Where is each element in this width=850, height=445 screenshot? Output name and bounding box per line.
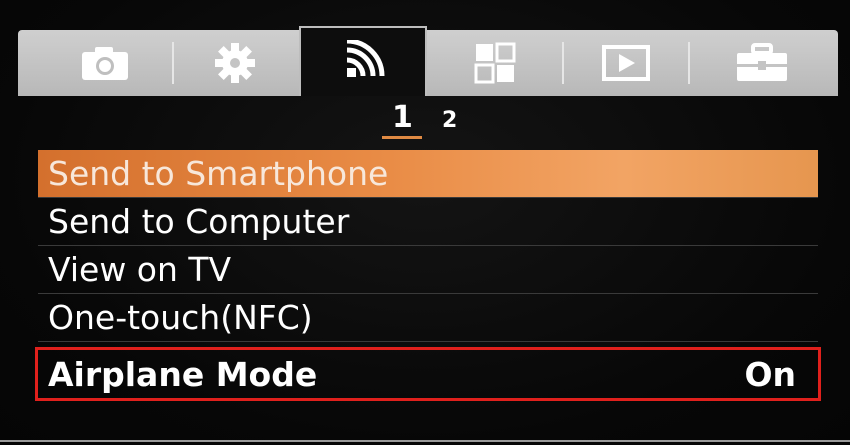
current-page-underline — [382, 136, 422, 139]
camera-screen: 1 2 Send to Smartphone Send to Computer … — [0, 0, 850, 445]
menu-item-one-touch-nfc[interactable]: One-touch(NFC) — [38, 294, 818, 342]
toolbox-icon — [737, 43, 787, 81]
bottom-divider — [0, 440, 850, 442]
menu-item-send-to-computer[interactable]: Send to Computer — [38, 198, 818, 246]
menu-item-label: One-touch(NFC) — [48, 298, 313, 337]
tab-separator — [172, 42, 174, 84]
tab-wireless[interactable] — [299, 26, 427, 96]
wireless-menu-list: Send to Smartphone Send to Computer View… — [35, 150, 821, 401]
applications-icon — [474, 42, 516, 84]
wireless-icon — [346, 40, 385, 77]
menu-item-label: Send to Smartphone — [48, 154, 389, 193]
menu-tab-bar — [18, 26, 838, 96]
playback-icon — [602, 45, 650, 81]
current-page-number[interactable]: 1 — [392, 100, 413, 135]
tab-playback[interactable] — [566, 30, 686, 96]
tab-custom-settings[interactable] — [176, 30, 294, 96]
menu-item-label: Send to Computer — [48, 202, 350, 241]
tab-setup[interactable] — [692, 30, 832, 96]
menu-item-view-on-tv[interactable]: View on TV — [38, 246, 818, 294]
camera-icon — [82, 47, 128, 80]
tab-camera-settings[interactable] — [40, 30, 170, 96]
gear-icon — [215, 43, 255, 83]
tab-separator — [688, 42, 690, 84]
other-page-number[interactable]: 2 — [442, 108, 457, 133]
menu-item-label: View on TV — [48, 250, 232, 289]
airplane-mode-value: On — [744, 354, 796, 394]
menu-item-airplane-mode[interactable]: Airplane Mode On — [35, 347, 821, 401]
page-indicator: 1 2 — [0, 100, 850, 140]
tab-applications[interactable] — [430, 30, 560, 96]
menu-item-send-to-smartphone[interactable]: Send to Smartphone — [38, 150, 818, 198]
tab-separator — [562, 42, 564, 84]
menu-item-label: Airplane Mode — [48, 354, 318, 394]
